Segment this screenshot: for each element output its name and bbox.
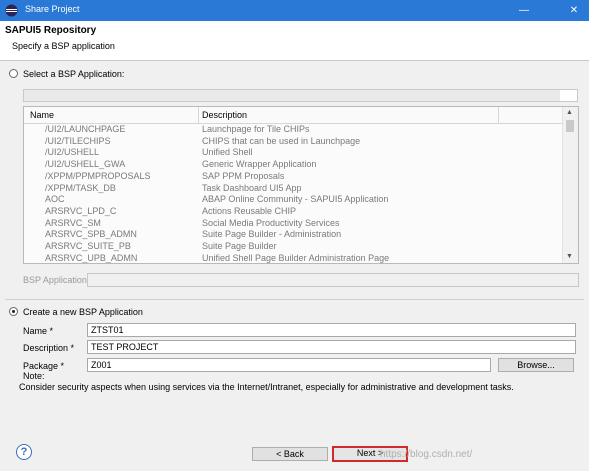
filter-input[interactable] bbox=[23, 89, 578, 102]
row-name: /XPPM/TASK_DB bbox=[45, 182, 116, 193]
row-name: ARSRVC_UPB_ADMN bbox=[45, 252, 138, 263]
wizard-title: SAPUI5 Repository bbox=[5, 25, 97, 36]
row-name: /UI2/TILECHIPS bbox=[45, 135, 111, 146]
row-description: Social Media Productivity Services bbox=[202, 217, 340, 228]
browse-button[interactable]: Browse... bbox=[498, 358, 574, 372]
select-bsp-label: Select a BSP Application: bbox=[23, 69, 125, 79]
row-name: ARSRVC_SPB_ADMN bbox=[45, 229, 137, 240]
scroll-thumb[interactable] bbox=[566, 120, 574, 132]
description-field[interactable]: TEST PROJECT bbox=[87, 340, 576, 354]
row-description: Unified Shell bbox=[202, 147, 253, 158]
table-row[interactable]: ARSRVC_UPB_ADMN Unified Shell Page Build… bbox=[24, 252, 564, 263]
column-header-name[interactable]: Name bbox=[30, 110, 54, 120]
create-bsp-radio[interactable] bbox=[9, 307, 18, 316]
create-bsp-label: Create a new BSP Application bbox=[23, 307, 143, 317]
wizard-footer: ? < Back Next > https://blog.csdn.net/ bbox=[0, 437, 589, 471]
table-row[interactable]: AOC ABAP Online Community - SAPUI5 Appli… bbox=[24, 194, 564, 206]
row-name: AOC bbox=[45, 194, 65, 205]
table-row[interactable]: /UI2/USHELL_GWA Generic Wrapper Applicat… bbox=[24, 159, 564, 171]
note-text: Consider security aspects when using ser… bbox=[19, 382, 514, 392]
table-row[interactable]: /XPPM/TASK_DB Task Dashboard UI5 App bbox=[24, 183, 564, 195]
row-description: Generic Wrapper Application bbox=[202, 159, 317, 170]
section-divider bbox=[5, 299, 584, 300]
table-row[interactable]: /XPPM/PPMPROPOSALS SAP PPM Proposals bbox=[24, 171, 564, 183]
row-name: /UI2/USHELL bbox=[45, 147, 100, 158]
row-name: ARSRVC_SM bbox=[45, 217, 101, 228]
table-row[interactable]: /UI2/TILECHIPS CHIPS that can be used in… bbox=[24, 136, 564, 148]
eclipse-icon bbox=[5, 4, 18, 17]
row-name: ARSRVC_SUITE_PB bbox=[45, 241, 131, 251]
table-row[interactable]: /UI2/LAUNCHPAGE Launchpage for Tile CHIP… bbox=[24, 124, 564, 136]
scroll-down-icon[interactable]: ▼ bbox=[566, 253, 573, 260]
row-description: Suite Page Builder - Administration bbox=[202, 229, 342, 240]
wizard-subtitle: Specify a BSP application bbox=[12, 41, 115, 51]
package-field[interactable]: Z001 bbox=[87, 358, 491, 372]
table-row[interactable]: /UI2/USHELL Unified Shell bbox=[24, 147, 564, 159]
bsp-application-field bbox=[87, 273, 579, 287]
title-bar: Share Project — ✕ bbox=[0, 0, 589, 21]
row-description: Actions Reusable CHIP bbox=[202, 205, 297, 216]
scroll-up-icon[interactable]: ▲ bbox=[566, 109, 573, 116]
bsp-application-table[interactable]: Name Description /UI2/LAUNCHPAGE Launchp… bbox=[23, 106, 579, 264]
filter-clear bbox=[560, 90, 577, 101]
name-field[interactable]: ZTST01 bbox=[87, 323, 576, 337]
table-row[interactable]: ARSRVC_SUITE_PB Suite Page Builder bbox=[24, 241, 564, 253]
table-row[interactable]: ARSRVC_LPD_C Actions Reusable CHIP bbox=[24, 206, 564, 218]
wizard-content: Select a BSP Application: Name Descripti… bbox=[0, 61, 589, 437]
row-description: SAP PPM Proposals bbox=[202, 170, 285, 181]
column-divider bbox=[498, 107, 499, 123]
table-row[interactable]: ARSRVC_SPB_ADMN Suite Page Builder - Adm… bbox=[24, 229, 564, 241]
row-description: CHIPS that can be used in Launchpage bbox=[202, 135, 361, 146]
close-button[interactable]: ✕ bbox=[559, 0, 589, 21]
row-description: Launchpage for Tile CHIPs bbox=[202, 124, 310, 134]
back-button[interactable]: < Back bbox=[252, 447, 328, 461]
bsp-application-label: BSP Application: bbox=[23, 275, 90, 285]
table-row[interactable]: ARSRVC_SM Social Media Productivity Serv… bbox=[24, 218, 564, 230]
package-label: Package * bbox=[23, 361, 65, 371]
window-title: Share Project bbox=[25, 4, 80, 14]
minimize-button[interactable]: — bbox=[511, 0, 537, 21]
column-header-description[interactable]: Description bbox=[202, 110, 247, 120]
table-scrollbar[interactable]: ▲ ▼ bbox=[562, 107, 578, 263]
row-name: /UI2/LAUNCHPAGE bbox=[45, 124, 126, 134]
row-description: Unified Shell Page Builder Administratio… bbox=[202, 252, 390, 263]
note-title: Note: bbox=[23, 371, 45, 381]
description-label: Description * bbox=[23, 343, 75, 353]
table-header: Name Description bbox=[24, 107, 564, 124]
row-description: Suite Page Builder bbox=[202, 241, 277, 251]
name-label: Name * bbox=[23, 326, 54, 336]
back-button-label: < Back bbox=[276, 449, 304, 459]
select-bsp-radio[interactable] bbox=[9, 69, 18, 78]
row-name: /XPPM/PPMPROPOSALS bbox=[45, 170, 151, 181]
row-name: ARSRVC_LPD_C bbox=[45, 205, 117, 216]
column-divider bbox=[198, 107, 199, 123]
row-description: Task Dashboard UI5 App bbox=[202, 182, 302, 193]
wizard-header: SAPUI5 Repository Specify a BSP applicat… bbox=[0, 21, 589, 61]
watermark-text: https://blog.csdn.net/ bbox=[380, 449, 473, 460]
help-icon[interactable]: ? bbox=[16, 444, 32, 460]
row-name: /UI2/USHELL_GWA bbox=[45, 159, 126, 170]
row-description: ABAP Online Community - SAPUI5 Applicati… bbox=[202, 194, 389, 205]
